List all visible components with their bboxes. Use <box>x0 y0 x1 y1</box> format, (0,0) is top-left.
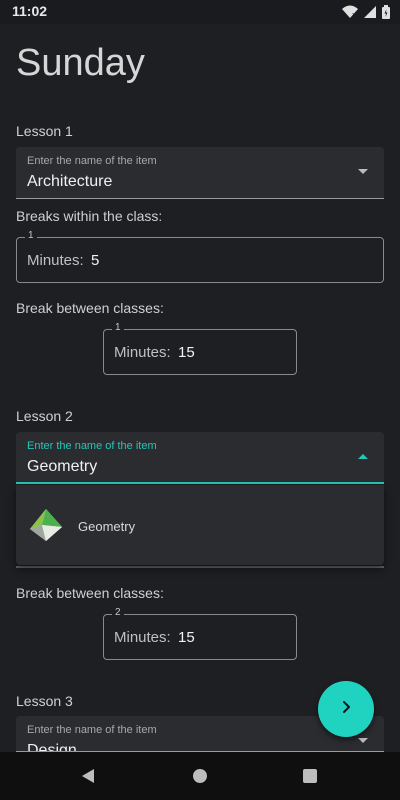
field-label: 1 <box>112 322 124 333</box>
chevron-right-icon <box>338 699 354 719</box>
page-title: Sunday <box>16 42 145 84</box>
lesson-2-dropdown[interactable]: Enter the name of the item Geometry <box>16 432 384 484</box>
minutes-prefix: Minutes: <box>114 629 171 646</box>
dropdown-arrow-icon[interactable] <box>358 454 368 459</box>
breaks-within-value[interactable]: 5 <box>91 252 99 269</box>
dropdown-hint: Enter the name of the item <box>27 440 157 452</box>
geometry-logo-icon <box>28 507 64 543</box>
next-button[interactable] <box>318 681 374 737</box>
lesson-1-label: Lesson 1 <box>16 123 73 139</box>
dropdown-value: Design <box>27 742 77 752</box>
break-between-label: Break between classes: <box>16 300 164 316</box>
dropdown-hint: Enter the name of the item <box>27 724 157 736</box>
lesson-2-label: Lesson 2 <box>16 408 73 424</box>
wifi-icon: x <box>342 4 358 19</box>
dropdown-arrow-icon[interactable] <box>358 738 368 743</box>
menu-item-label: Geometry <box>78 519 136 534</box>
signal-icon <box>364 4 376 18</box>
break-between-value[interactable]: 15 <box>178 344 195 361</box>
break-between-field[interactable]: 1 Minutes: 15 <box>103 322 297 375</box>
dropdown-hint: Enter the name of the item <box>27 155 157 167</box>
back-icon[interactable] <box>80 768 96 788</box>
status-icons: x <box>342 4 390 19</box>
svg-text:x: x <box>352 11 356 19</box>
field-label: 2 <box>112 607 124 618</box>
status-time: 11:02 <box>12 3 48 19</box>
dropdown-menu: Geometry <box>16 485 384 565</box>
status-bar: 11:02 x <box>0 0 400 24</box>
recent-apps-icon[interactable] <box>303 769 317 783</box>
lesson-3-label: Lesson 3 <box>16 693 73 709</box>
minutes-prefix: Minutes: <box>114 344 171 361</box>
breaks-within-field[interactable]: 1 Minutes: 5 <box>16 230 384 283</box>
menu-item-geometry[interactable]: Geometry <box>16 485 384 565</box>
battery-icon <box>382 4 390 19</box>
breaks-within-label: Breaks within the class: <box>16 208 163 224</box>
home-icon[interactable] <box>193 769 207 783</box>
break-between-field-2[interactable]: 2 Minutes: 15 <box>103 607 297 660</box>
divider <box>16 566 384 568</box>
field-label: 1 <box>25 230 37 241</box>
dropdown-value: Architecture <box>27 173 113 190</box>
dropdown-value: Geometry <box>27 458 98 475</box>
minutes-prefix: Minutes: <box>27 252 84 269</box>
break-between-label-2: Break between classes: <box>16 585 164 601</box>
dropdown-arrow-icon[interactable] <box>358 169 368 174</box>
break-between-value-2[interactable]: 15 <box>178 629 195 646</box>
navigation-bar <box>0 752 400 800</box>
lesson-1-dropdown[interactable]: Enter the name of the item Architecture <box>16 147 384 199</box>
